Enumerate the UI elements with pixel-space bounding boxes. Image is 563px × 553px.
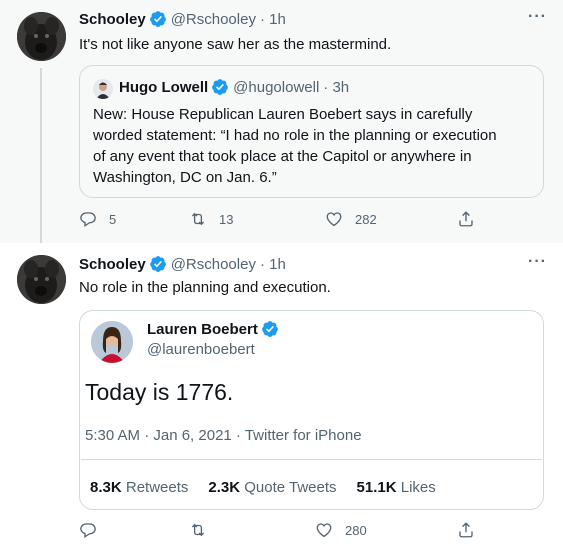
retweet-icon xyxy=(191,523,205,537)
avatar[interactable] xyxy=(17,12,66,61)
share-icon xyxy=(459,522,473,538)
quoted-text-line: Washington, DC on Jan. 6.” xyxy=(93,169,277,186)
like-button[interactable]: 282 xyxy=(325,210,377,228)
tweet-2[interactable]: Schooley @Rschooley · 1h ··· No role in … xyxy=(0,243,563,553)
quote-tweets-count: 2.3K xyxy=(208,479,241,496)
quoted-author-name: Hugo Lowell xyxy=(119,78,209,96)
stat-likes[interactable]: 51.1K Likes xyxy=(357,479,436,496)
retweets-label: Retweets xyxy=(125,479,189,496)
quoted-text-line: New: House Republican Lauren Boebert say… xyxy=(93,106,473,123)
stat-retweets[interactable]: 8.3K Retweets xyxy=(90,479,188,496)
like-icon xyxy=(326,212,342,227)
embedded-tweet-text: Today is 1776. xyxy=(85,379,234,405)
likes-label: Likes xyxy=(400,479,436,496)
share-button[interactable] xyxy=(457,521,487,539)
embedded-author-handle: @laurenboebert xyxy=(147,341,255,358)
quoted-tweet[interactable]: Hugo Lowell @hugolowell · 3h New: House … xyxy=(79,65,544,198)
tweet-1[interactable]: Schooley @Rschooley · 1h ··· It's not li… xyxy=(0,0,563,243)
author-name[interactable]: Schooley xyxy=(79,256,146,273)
like-count: 282 xyxy=(355,211,377,227)
share-button[interactable] xyxy=(457,210,487,228)
quote-tweets-label: Quote Tweets xyxy=(244,479,337,496)
more-options-icon[interactable]: ··· xyxy=(528,8,547,26)
avatar[interactable] xyxy=(17,255,66,304)
tweet-text: No role in the planning and execution. xyxy=(79,279,331,296)
likes-count: 51.1K xyxy=(356,479,397,496)
reply-button[interactable] xyxy=(79,521,109,539)
embedded-author-name: Lauren Boebert xyxy=(147,320,258,338)
divider xyxy=(81,459,542,460)
reply-icon xyxy=(80,212,96,228)
verified-badge-icon xyxy=(149,256,166,272)
like-icon xyxy=(316,523,332,538)
thread-connector-line xyxy=(40,68,42,243)
tweet-header: Schooley @Rschooley · 1h xyxy=(79,10,286,28)
retweet-count: 13 xyxy=(219,211,234,227)
embedded-tweet-card[interactable]: Lauren Boebert @laurenboebert Today is 1… xyxy=(79,310,544,510)
reply-count: 5 xyxy=(109,211,117,227)
tweet-time[interactable]: · 1h xyxy=(260,11,286,28)
tweet-time[interactable]: · 1h xyxy=(260,256,286,273)
quoted-author-avatar xyxy=(93,79,113,99)
retweet-icon xyxy=(191,212,205,226)
share-icon xyxy=(459,211,473,227)
embedded-tweet-stats: 8.3K Retweets 2.3K Quote Tweets 51.1K Li… xyxy=(90,479,436,496)
stat-quote-tweets[interactable]: 2.3K Quote Tweets xyxy=(208,479,336,496)
reply-button[interactable]: 5 xyxy=(79,210,116,228)
quoted-tweet-text: New: House Republican Lauren Boebert say… xyxy=(93,104,497,188)
author-handle[interactable]: @Rschooley xyxy=(171,11,256,28)
more-options-icon[interactable]: ··· xyxy=(528,253,547,271)
verified-badge-icon xyxy=(261,321,278,337)
embedded-tweet-meta: 5:30 AM · Jan 6, 2021 · Twitter for iPho… xyxy=(85,427,362,444)
like-button[interactable]: 280 xyxy=(315,521,367,539)
tweet-text: It's not like anyone saw her as the mast… xyxy=(79,36,392,53)
quoted-text-line: worded statement: “I had no role in the … xyxy=(93,127,497,144)
verified-badge-icon xyxy=(212,79,229,95)
retweet-button[interactable] xyxy=(189,521,219,539)
tweet-actions: 5 13 282 xyxy=(79,210,499,232)
author-handle[interactable]: @Rschooley xyxy=(171,256,256,273)
verified-badge-icon xyxy=(149,11,166,27)
quoted-tweet-time: · 3h xyxy=(323,78,350,96)
embedded-tweet-header: Lauren Boebert xyxy=(147,320,283,338)
author-name[interactable]: Schooley xyxy=(79,11,146,28)
tweet-actions: 280 xyxy=(79,521,499,543)
reply-icon xyxy=(80,523,96,539)
retweet-button[interactable]: 13 xyxy=(189,210,233,228)
retweets-count: 8.3K xyxy=(90,479,122,496)
quoted-author-handle: @hugolowell xyxy=(233,78,320,96)
quoted-tweet-header: Hugo Lowell @hugolowell · 3h xyxy=(119,78,349,96)
tweet-header: Schooley @Rschooley · 1h xyxy=(79,255,286,273)
quoted-text-line: of any event that took place at the Capi… xyxy=(93,148,472,165)
embedded-author-avatar xyxy=(91,321,133,363)
like-count: 280 xyxy=(345,522,367,538)
